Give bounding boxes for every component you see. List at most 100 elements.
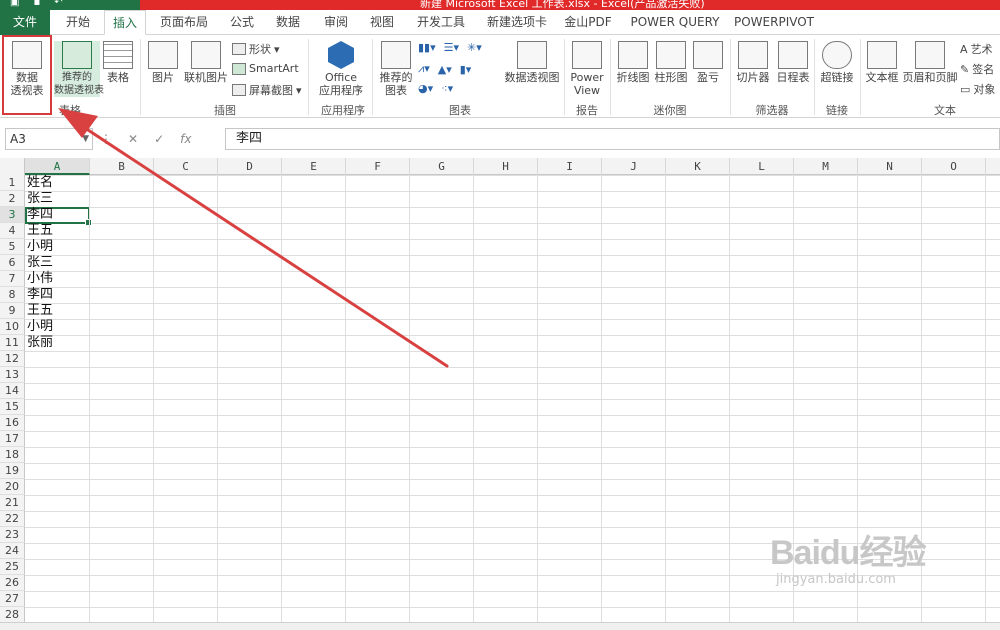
row-header[interactable]: 23	[0, 527, 25, 543]
cell-a4[interactable]: 王五	[25, 223, 53, 239]
area-chart-icon[interactable]: ▲▾	[438, 63, 452, 76]
row-header[interactable]: 17	[0, 431, 25, 447]
pie-chart-icon[interactable]: ◕▾	[418, 82, 433, 95]
row-header[interactable]: 21	[0, 495, 25, 511]
row-header[interactable]: 25	[0, 559, 25, 575]
sparkline-line-button[interactable]: 折线图	[614, 41, 652, 84]
row-header[interactable]: 7	[0, 271, 25, 287]
cell-a2[interactable]: 张三	[25, 191, 53, 207]
select-all-corner[interactable]	[0, 158, 25, 175]
cell-a11[interactable]: 张丽	[25, 335, 53, 351]
row-header[interactable]: 8	[0, 287, 25, 303]
signature-button[interactable]: ✎ 签名	[960, 61, 994, 77]
formula-input[interactable]: 李四	[225, 128, 1000, 150]
column-header-j[interactable]: J	[602, 158, 666, 175]
row-header[interactable]: 15	[0, 399, 25, 415]
line-chart-icon[interactable]: ⩘▾	[418, 62, 430, 76]
column-header-n[interactable]: N	[858, 158, 922, 175]
row-header[interactable]: 10	[0, 319, 25, 335]
tab-formulas[interactable]: 公式	[222, 10, 262, 35]
stock-chart-icon[interactable]: ▮▾	[460, 63, 472, 76]
column-header-c[interactable]: C	[154, 158, 218, 175]
tab-data[interactable]: 数据	[268, 10, 308, 35]
pictures-button[interactable]: 图片	[146, 41, 180, 84]
name-box[interactable]: A3 ▼	[5, 128, 93, 150]
smartart-button[interactable]: SmartArt	[232, 62, 299, 75]
tab-review[interactable]: 审阅	[316, 10, 356, 35]
cell-a1[interactable]: 姓名	[25, 175, 53, 191]
office-apps-button[interactable]: Office 应用程序	[314, 41, 368, 97]
tab-power-query[interactable]: POWER QUERY	[626, 10, 724, 35]
row-header[interactable]: 13	[0, 367, 25, 383]
tab-developer[interactable]: 开发工具	[408, 10, 474, 35]
online-pictures-button[interactable]: 联机图片	[182, 41, 230, 84]
row-header[interactable]: 1	[0, 175, 25, 191]
row-header[interactable]: 16	[0, 415, 25, 431]
column-header-i[interactable]: I	[538, 158, 602, 175]
table-button[interactable]: 表格	[102, 41, 134, 84]
row-header[interactable]: 6	[0, 255, 25, 271]
bar-chart-icon[interactable]: ☰▾	[444, 41, 459, 54]
column-chart-icon[interactable]: ▮▮▾	[418, 41, 436, 54]
cell-a6[interactable]: 张三	[25, 255, 53, 271]
power-view-button[interactable]: Power View	[568, 41, 606, 97]
row-header[interactable]: 5	[0, 239, 25, 255]
column-header-h[interactable]: H	[474, 158, 538, 175]
chart-type-row-3[interactable]: ◕▾ ⁖▾	[418, 82, 453, 95]
cell-a9[interactable]: 王五	[25, 303, 53, 319]
sparkline-column-button[interactable]: 柱形图	[652, 41, 690, 84]
row-header[interactable]: 18	[0, 447, 25, 463]
column-header-k[interactable]: K	[666, 158, 730, 175]
tab-kingsoft-pdf[interactable]: 金山PDF	[562, 10, 614, 35]
cell-a5[interactable]: 小明	[25, 239, 53, 255]
cancel-icon[interactable]: ✕	[128, 132, 138, 146]
cell-a10[interactable]: 小明	[25, 319, 53, 335]
wordart-button[interactable]: A 艺术	[960, 41, 993, 57]
column-header-o[interactable]: O	[922, 158, 986, 175]
tab-powerpivot[interactable]: POWERPIVOT	[732, 10, 816, 35]
column-header-b[interactable]: B	[90, 158, 154, 175]
object-button[interactable]: ▭ 对象	[960, 81, 995, 97]
row-header[interactable]: 20	[0, 479, 25, 495]
cell-a8[interactable]: 李四	[25, 287, 53, 303]
cell-a7[interactable]: 小伟	[25, 271, 53, 287]
shapes-button[interactable]: 形状 ▾	[232, 41, 280, 57]
tab-home[interactable]: 开始	[56, 10, 100, 35]
undo-icon[interactable]: ↶	[54, 0, 62, 8]
row-header[interactable]: 9	[0, 303, 25, 319]
header-footer-button[interactable]: 页眉和页脚	[902, 41, 958, 84]
recommended-charts-button[interactable]: 推荐的 图表	[376, 41, 416, 97]
save-icon[interactable]: ▪	[33, 0, 40, 8]
column-header-m[interactable]: M	[794, 158, 858, 175]
slicer-button[interactable]: 切片器	[734, 41, 772, 84]
row-header[interactable]: 14	[0, 383, 25, 399]
row-header[interactable]: 28	[0, 607, 25, 622]
chart-type-row-2[interactable]: ⩘▾ ▲▾ ▮▾	[418, 62, 471, 76]
row-header[interactable]: 27	[0, 591, 25, 607]
tab-insert[interactable]: 插入	[104, 10, 146, 35]
tab-view[interactable]: 视图	[362, 10, 402, 35]
enter-check-icon[interactable]: ✓	[154, 132, 164, 146]
row-header[interactable]: 19	[0, 463, 25, 479]
cell-area[interactable]: 姓名 张三 李四 王五 小明 张三 小伟 李四 王五 小明 张丽	[25, 175, 1000, 622]
column-header-d[interactable]: D	[218, 158, 282, 175]
sparkline-winloss-button[interactable]: 盈亏	[692, 41, 724, 84]
row-header[interactable]: 26	[0, 575, 25, 591]
row-header[interactable]: 4	[0, 223, 25, 239]
timeline-button[interactable]: 日程表	[774, 41, 812, 84]
textbox-button[interactable]: 文本框	[862, 41, 902, 84]
cell-a3[interactable]: 李四	[25, 207, 53, 223]
scatter-chart-icon[interactable]: ⁖▾	[441, 82, 453, 95]
row-header[interactable]: 11	[0, 335, 25, 351]
column-header-a[interactable]: A	[25, 158, 90, 175]
quick-access-toolbar[interactable]: ▣ ▪ ↶	[10, 0, 63, 8]
tab-page-layout[interactable]: 页面布局	[152, 10, 216, 35]
hierarchy-chart-icon[interactable]: ✳▾	[467, 41, 482, 54]
screenshot-button[interactable]: 屏幕截图 ▾	[232, 82, 302, 98]
hyperlink-button[interactable]: 超链接	[818, 41, 856, 84]
chart-type-row-1[interactable]: ▮▮▾ ☰▾ ✳▾	[418, 41, 482, 54]
row-header[interactable]: 3	[0, 207, 25, 223]
row-header[interactable]: 22	[0, 511, 25, 527]
tab-new-tab[interactable]: 新建选项卡	[480, 10, 554, 35]
tab-file[interactable]: 文件	[0, 10, 50, 35]
